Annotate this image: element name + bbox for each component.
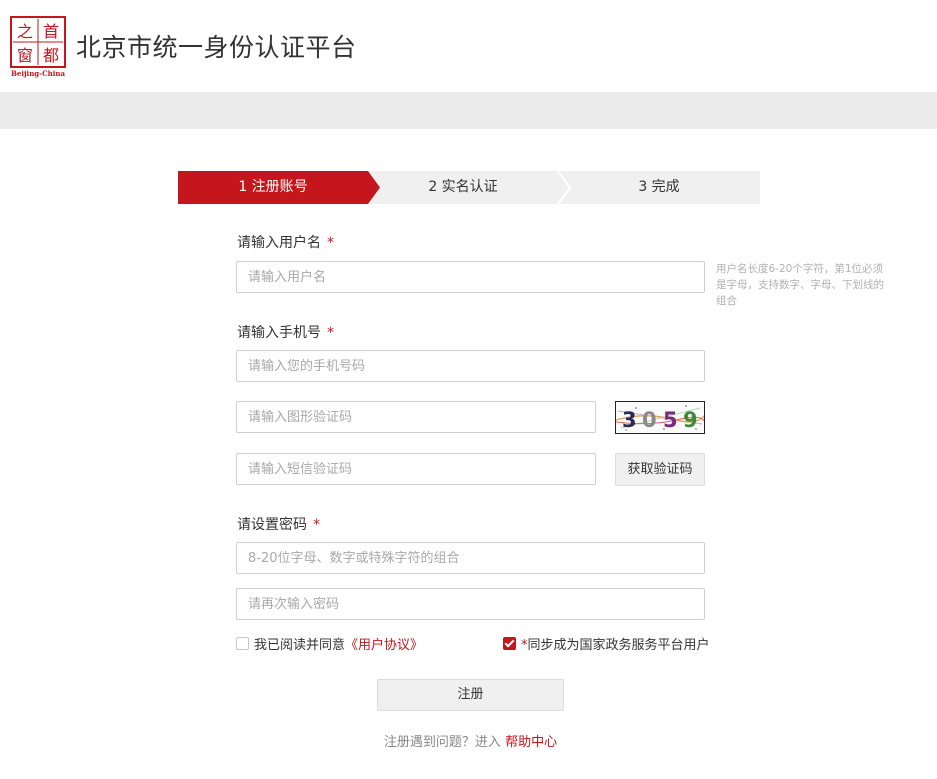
agree-terms-checkbox[interactable] [236, 637, 249, 650]
sms-code-input[interactable] [236, 453, 596, 485]
username-label-text: 请输入用户名 [237, 235, 321, 251]
site-title: 北京市统一身份认证平台 [76, 33, 357, 62]
captcha-graphic: 3 0 5 9 [616, 405, 704, 432]
user-agreement-link[interactable]: 《用户协议》 [345, 638, 423, 653]
username-hint: 用户名长度6-20个字符，第1位必须是字母，支持数字、字母、下划线的组合 [716, 263, 884, 307]
captcha-char-3: 5 [663, 408, 678, 432]
phone-input[interactable] [236, 350, 705, 382]
help-footer: 注册遇到问题？进入 帮助中心 [0, 731, 937, 750]
required-mark: * [327, 235, 334, 251]
get-sms-code-button[interactable]: 获取验证码 [615, 453, 705, 486]
beijing-logo[interactable]: 首 都 之 窗 Beijing-China [10, 16, 66, 78]
confirm-password-input[interactable] [236, 588, 705, 620]
header-divider-band [0, 92, 937, 129]
password-input[interactable] [236, 542, 705, 574]
phone-label-text: 请输入手机号 [237, 325, 321, 341]
captcha-char-4: 9 [683, 408, 698, 432]
help-center-link[interactable]: 帮助中心 [505, 735, 557, 750]
step-real-name-auth: 2 实名认证 [428, 179, 498, 195]
logo-char-1: 首 [43, 22, 59, 41]
agree-terms-label: 我已阅读并同意《用户协议》 [254, 634, 423, 653]
header: 首 都 之 窗 Beijing-China 北京市统一身份认证平台 [0, 0, 937, 92]
step-complete: 3 完成 [638, 179, 680, 195]
logo-char-4: 窗 [17, 46, 33, 65]
step-register-account: 1 注册账号 [238, 179, 308, 195]
logo-subtitle: Beijing-China [11, 69, 66, 78]
logo-char-2: 都 [43, 46, 59, 65]
sync-national-platform-checkbox[interactable] [503, 637, 516, 650]
agree-terms-text: 我已阅读并同意 [254, 638, 346, 653]
step-progress: 1 注册账号 2 实名认证 3 完成 [178, 171, 760, 204]
help-footer-text: 注册遇到问题？进入 [383, 735, 501, 750]
username-label: 请输入用户名 * [237, 232, 334, 252]
required-mark: * [327, 325, 334, 341]
logo-char-3: 之 [17, 22, 33, 41]
sync-national-platform-label: *同步成为国家政务服务平台用户 [521, 634, 710, 653]
required-mark: * [313, 517, 320, 533]
captcha-image[interactable]: 3 0 5 9 [615, 401, 705, 434]
captcha-char-1: 3 [622, 408, 637, 432]
register-button[interactable]: 注册 [377, 679, 564, 711]
username-input[interactable] [236, 261, 705, 293]
captcha-char-2: 0 [642, 408, 657, 432]
password-label: 请设置密码 * [237, 514, 320, 534]
phone-label: 请输入手机号 * [237, 322, 334, 342]
sync-national-platform-text: 同步成为国家政务服务平台用户 [527, 638, 710, 653]
password-label-text: 请设置密码 [237, 517, 307, 533]
captcha-input[interactable] [236, 401, 596, 433]
